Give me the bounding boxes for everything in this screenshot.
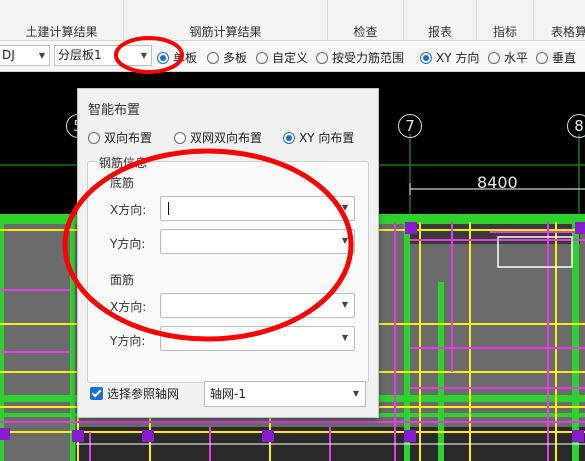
ribbon: 土建计算结果 钢筋计算结果 检查 报表 指标 表格算 bbox=[0, 0, 585, 41]
radio-label: 双向布置 bbox=[104, 131, 153, 145]
radio-label: 双网双向布置 bbox=[190, 131, 263, 145]
radio-label: XY 向布置 bbox=[299, 131, 355, 145]
dialog-title: 智能布置 bbox=[88, 103, 141, 118]
ribbon-group-label: 指标 bbox=[492, 25, 517, 39]
radio-icon bbox=[283, 131, 295, 144]
radio-label: 垂直 bbox=[552, 51, 577, 65]
radio-icon bbox=[174, 131, 186, 144]
ribbon-group-label: 表格算 bbox=[550, 25, 585, 39]
radio-double-mesh-bidirectional[interactable]: 双网双向布置 bbox=[174, 129, 262, 146]
ribbon-group-table-calc[interactable]: 表格算 bbox=[534, 0, 585, 40]
text-caret bbox=[168, 202, 169, 215]
select-value: 轴网-1 bbox=[210, 387, 246, 401]
radio-icon bbox=[316, 51, 328, 64]
radio-icon bbox=[256, 51, 268, 64]
radio-horizontal[interactable]: 水平 bbox=[488, 49, 528, 66]
bottom-x-label: X方向: bbox=[110, 203, 147, 217]
radio-label: 多板 bbox=[223, 51, 248, 65]
radio-xy-layout[interactable]: XY 向布置 bbox=[283, 129, 354, 146]
radio-xy-direction[interactable]: XY 方向 bbox=[420, 49, 479, 66]
chevron-down-icon: ▼ bbox=[140, 51, 147, 60]
combo-value: 分层板1 bbox=[58, 48, 102, 62]
ref-axis-checkbox[interactable]: 选择参照轴网 bbox=[90, 385, 179, 402]
top-x-select[interactable]: ▼ bbox=[160, 293, 355, 318]
axis-label-7: 7 bbox=[398, 114, 422, 138]
radio-icon bbox=[207, 51, 219, 64]
chevron-down-icon: ▼ bbox=[352, 389, 359, 398]
bottom-x-select[interactable]: ▼ bbox=[160, 196, 355, 221]
top-x-label: X方向: bbox=[110, 300, 147, 314]
radio-single-board[interactable]: 单板 bbox=[157, 49, 197, 66]
radio-label: 水平 bbox=[504, 51, 529, 65]
chevron-down-icon: ▼ bbox=[341, 300, 348, 309]
ribbon-group-label: 土建计算结果 bbox=[25, 25, 98, 39]
chevron-down-icon: ▼ bbox=[341, 236, 348, 245]
bottom-rebar-heading: 底筋 bbox=[110, 176, 135, 190]
top-y-label: Y方向: bbox=[110, 334, 146, 348]
radio-icon bbox=[88, 131, 100, 144]
component-type-combo[interactable]: DJ ▼ bbox=[0, 45, 50, 66]
ribbon-group-rebar-results[interactable]: 钢筋计算结果 bbox=[124, 0, 328, 40]
bottom-y-select[interactable]: ▼ bbox=[160, 229, 355, 254]
ribbon-group-indicator[interactable]: 指标 bbox=[477, 0, 534, 40]
radio-custom[interactable]: 自定义 bbox=[256, 49, 308, 66]
chevron-down-icon: ▼ bbox=[38, 51, 45, 60]
rebar-info-group: 钢筋信息 底筋 X方向: ▼ Y方向: ▼ 面筋 X方向: ▼ Y方向: ▼ bbox=[87, 154, 369, 383]
bottom-y-label: Y方向: bbox=[110, 237, 146, 251]
chevron-down-icon: ▼ bbox=[341, 203, 348, 212]
combo-value: DJ bbox=[2, 48, 15, 62]
radio-label: 单板 bbox=[173, 51, 198, 65]
ribbon-group-report[interactable]: 报表 bbox=[404, 0, 477, 40]
radio-icon bbox=[420, 51, 432, 64]
dimension-label: 8400 bbox=[477, 173, 518, 192]
top-rebar-heading: 面筋 bbox=[110, 273, 135, 287]
top-y-select[interactable]: ▼ bbox=[160, 326, 355, 351]
radio-multi-board[interactable]: 多板 bbox=[207, 49, 247, 66]
ref-axis-select[interactable]: 轴网-1 ▼ bbox=[204, 381, 366, 407]
smart-layout-dialog: 智能布置 双向布置 双网双向布置 XY 向布置 钢筋信息 底筋 X方向: ▼ Y… bbox=[77, 88, 379, 418]
group-title: 钢筋信息 bbox=[97, 154, 150, 171]
checkbox-checked-icon bbox=[90, 387, 103, 400]
ribbon-group-civil-results[interactable]: 土建计算结果 bbox=[0, 0, 124, 40]
ribbon-group-label: 报表 bbox=[427, 25, 452, 39]
radio-label: 自定义 bbox=[272, 51, 309, 65]
radio-icon bbox=[536, 51, 548, 64]
radio-icon bbox=[488, 51, 500, 64]
radio-icon bbox=[157, 51, 169, 64]
axis-label-8: 8 bbox=[567, 114, 585, 138]
ribbon-group-label: 钢筋计算结果 bbox=[189, 25, 262, 39]
chevron-down-icon: ▼ bbox=[341, 333, 348, 342]
radio-vertical[interactable]: 垂直 bbox=[536, 49, 576, 66]
radio-by-rebar-range[interactable]: 按受力筋范围 bbox=[316, 49, 404, 66]
radio-label: XY 方向 bbox=[436, 51, 480, 65]
axis-label-text: 8 bbox=[574, 117, 584, 135]
radio-label: 按受力筋范围 bbox=[332, 51, 405, 65]
axis-label-text: 7 bbox=[405, 117, 415, 135]
radio-bidirectional[interactable]: 双向布置 bbox=[88, 129, 152, 146]
checkbox-label: 选择参照轴网 bbox=[107, 387, 180, 401]
ribbon-group-label: 检查 bbox=[353, 25, 378, 39]
ribbon-group-check[interactable]: 检查 bbox=[328, 0, 404, 40]
toolbar: DJ ▼ 分层板1 ▼ 单板 多板 自定义 按受力筋范围 XY 方向 水平 垂直 bbox=[0, 41, 585, 72]
floor-layer-combo[interactable]: 分层板1 ▼ bbox=[54, 45, 152, 66]
